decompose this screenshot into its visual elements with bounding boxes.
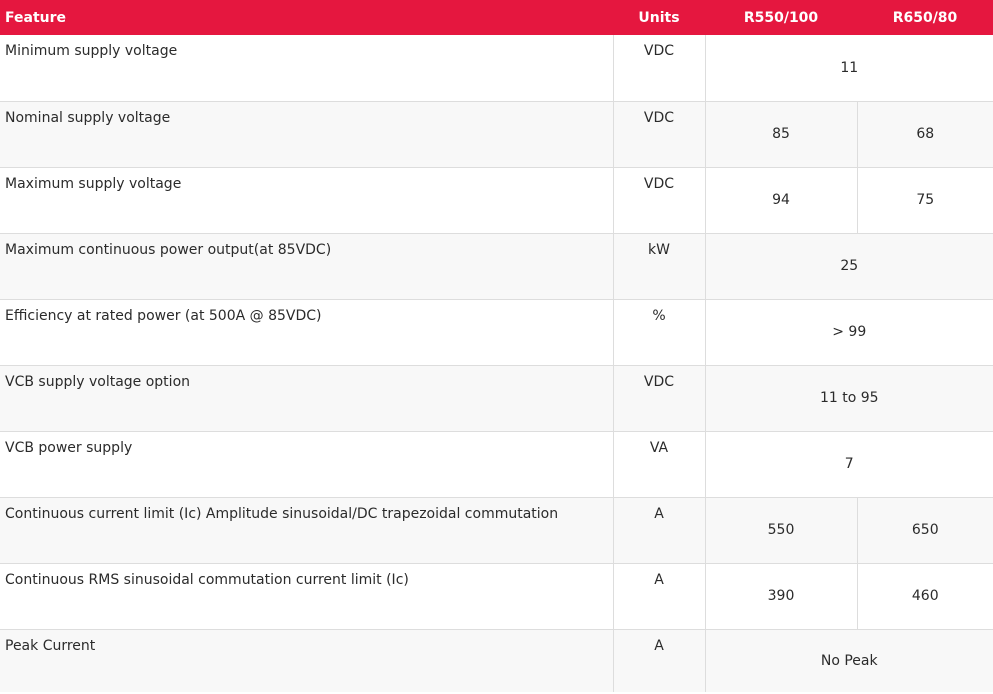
value-cell-r650-80: 75 (856, 167, 993, 234)
value-cell-r650-80: 460 (856, 563, 993, 630)
table-row: Continuous RMS sinusoidal commutation cu… (0, 563, 993, 630)
feature-cell: VCB power supply (0, 431, 613, 498)
units-cell: VDC (612, 365, 705, 432)
value-cell-r550-100: 550 (704, 497, 857, 564)
table-row: Maximum supply voltage VDC 94 75 (0, 167, 993, 234)
value-cell-r550-100: 94 (704, 167, 857, 234)
feature-cell: Maximum supply voltage (0, 167, 613, 234)
table-row: Nominal supply voltage VDC 85 68 (0, 101, 993, 168)
header-units: Units (613, 0, 705, 35)
units-cell: VA (612, 431, 705, 498)
units-cell: VDC (612, 167, 705, 234)
units-cell: kW (612, 233, 705, 300)
value-cell-shared: 25 (704, 233, 993, 300)
value-cell-r550-100: 85 (704, 101, 857, 168)
units-cell: VDC (612, 35, 705, 102)
table-row: Efficiency at rated power (at 500A @ 85V… (0, 299, 993, 366)
table-row: Peak Current A No Peak (0, 629, 993, 692)
value-cell-shared: 7 (704, 431, 993, 498)
value-cell-shared: No Peak (704, 629, 993, 692)
value-cell-r650-80: 68 (856, 101, 993, 168)
feature-cell: Nominal supply voltage (0, 101, 613, 168)
feature-cell: VCB supply voltage option (0, 365, 613, 432)
table-row: VCB supply voltage option VDC 11 to 95 (0, 365, 993, 432)
units-cell: VDC (612, 101, 705, 168)
units-cell: A (612, 497, 705, 564)
header-row: Feature Units R550/100 R650/80 (0, 0, 993, 35)
feature-cell: Efficiency at rated power (at 500A @ 85V… (0, 299, 613, 366)
feature-cell: Minimum supply voltage (0, 35, 613, 102)
value-cell-shared: 11 to 95 (704, 365, 993, 432)
table-row: Maximum continuous power output(at 85VDC… (0, 233, 993, 300)
feature-cell: Continuous RMS sinusoidal commutation cu… (0, 563, 613, 630)
table-body: Minimum supply voltage VDC 11 Nominal su… (0, 35, 993, 692)
header-feature: Feature (0, 0, 613, 35)
value-cell-shared: 11 (704, 35, 993, 102)
feature-cell: Continuous current limit (Ic) Amplitude … (0, 497, 613, 564)
units-cell: A (612, 563, 705, 630)
value-cell-r650-80: 650 (856, 497, 993, 564)
table-header: Feature Units R550/100 R650/80 (0, 0, 993, 35)
feature-cell: Maximum continuous power output(at 85VDC… (0, 233, 613, 300)
spec-table: Feature Units R550/100 R650/80 Minimum s… (0, 0, 993, 692)
header-model-r650-80: R650/80 (857, 0, 993, 35)
header-model-r550-100: R550/100 (705, 0, 857, 35)
table-row: Continuous current limit (Ic) Amplitude … (0, 497, 993, 564)
units-cell: % (612, 299, 705, 366)
units-cell: A (612, 629, 705, 692)
value-cell-shared: > 99 (704, 299, 993, 366)
table-row: VCB power supply VA 7 (0, 431, 993, 498)
table-row: Minimum supply voltage VDC 11 (0, 35, 993, 102)
value-cell-r550-100: 390 (704, 563, 857, 630)
feature-cell: Peak Current (0, 629, 613, 692)
